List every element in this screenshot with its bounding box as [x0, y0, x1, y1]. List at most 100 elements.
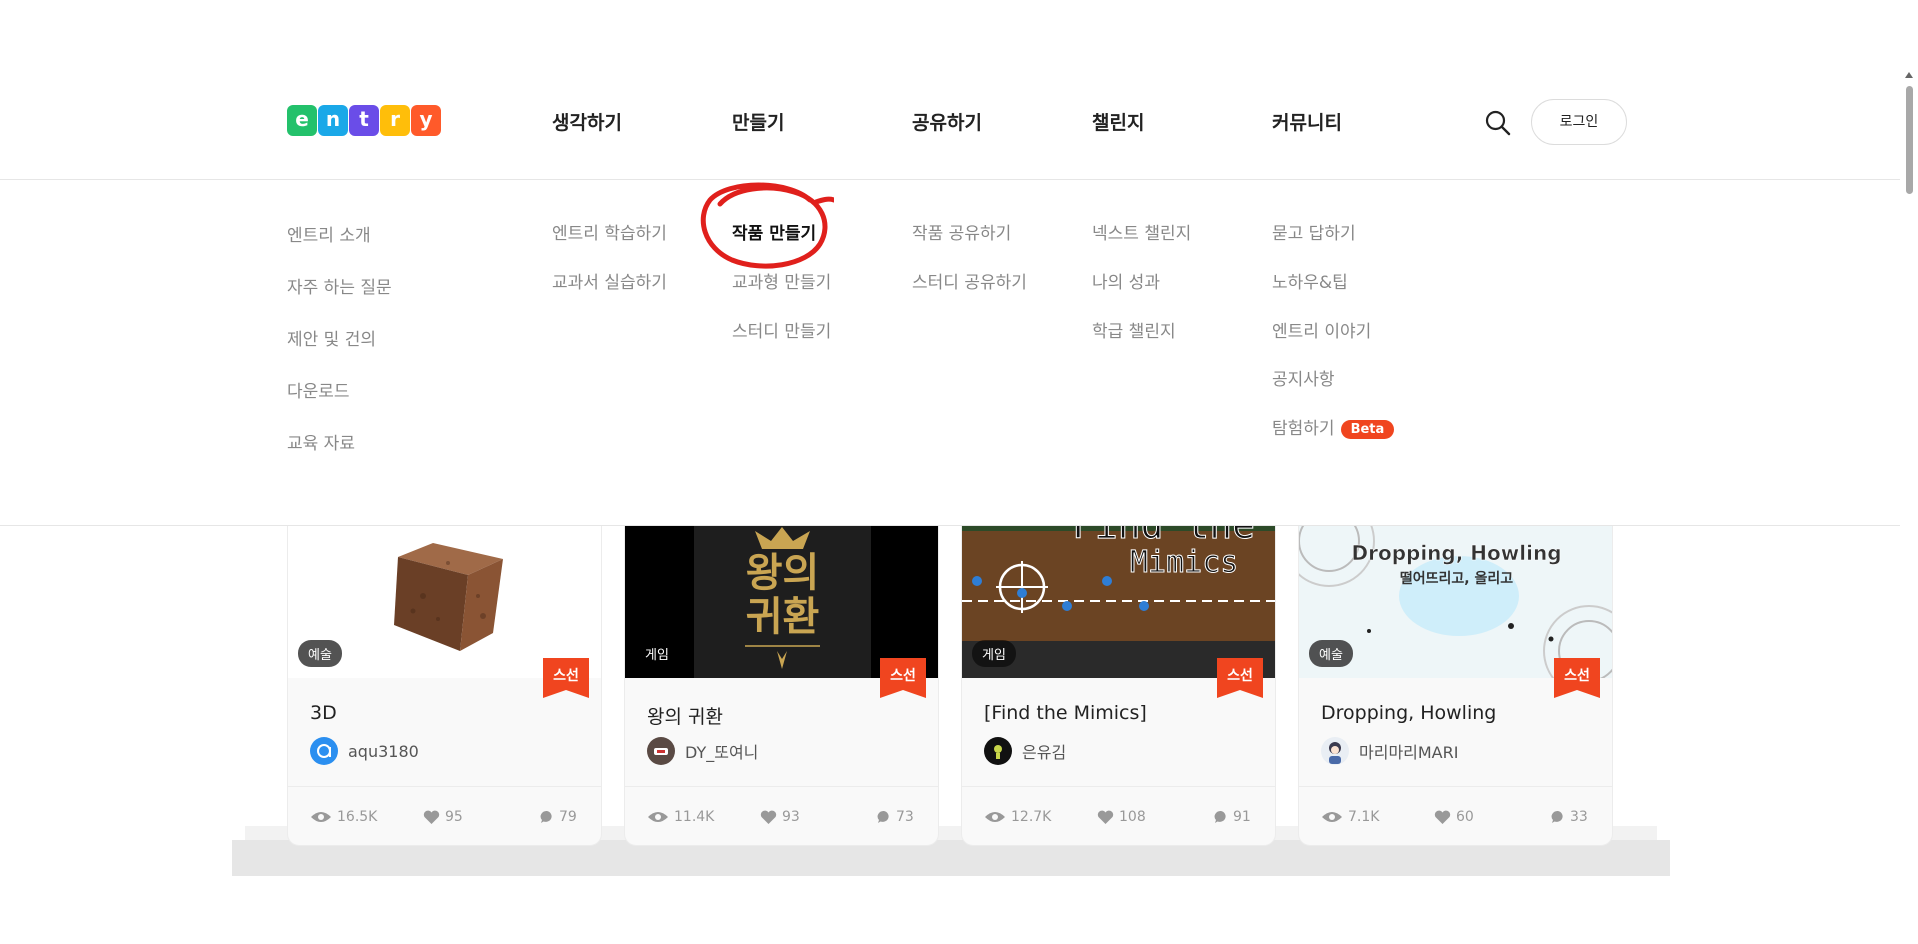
- menu-share-project[interactable]: 작품 공유하기: [912, 219, 1011, 244]
- scrollbar-thumb[interactable]: [1906, 86, 1913, 194]
- like-count: 60: [1434, 809, 1474, 825]
- category-badge: 예술: [1309, 640, 1353, 667]
- menu-explore[interactable]: 탐험하기 Beta: [1272, 414, 1395, 439]
- staff-pick-label: 스선: [553, 668, 579, 684]
- menu-class-challenge[interactable]: 학급 챌린지: [1092, 317, 1176, 342]
- thumbnail-text: 귀환: [745, 593, 820, 640]
- nav-share[interactable]: 공유하기: [912, 108, 982, 135]
- view-count: 16.5K: [310, 809, 377, 825]
- project-card[interactable]: 왕의 귀환 게임 스선 왕의 귀환 DY_또여니 11.4K 93 73: [624, 500, 939, 846]
- project-card[interactable]: 예술 스선 3D aqu3180 16.5K 95 79: [287, 500, 602, 846]
- scroll-up-arrow-icon[interactable]: [1905, 72, 1913, 78]
- project-card[interactable]: Dropping, Howling 떨어뜨리고, 올리고 예술 스선 Dropp…: [1298, 500, 1613, 846]
- nav-create[interactable]: 만들기: [732, 108, 784, 135]
- comment-count: 91: [1214, 809, 1251, 825]
- menu-download[interactable]: 다운로드: [287, 377, 350, 402]
- staff-pick-badge: 스선: [1554, 658, 1600, 698]
- project-author[interactable]: 은유김: [984, 737, 1066, 765]
- logo-letter: n: [318, 105, 348, 136]
- category-badge: 예술: [298, 640, 342, 667]
- project-thumbnail: Find the Mimics 게임: [962, 501, 1275, 678]
- menu-entry-intro[interactable]: 엔트리 소개: [287, 221, 371, 246]
- author-name: 은유김: [1022, 743, 1067, 762]
- comment-count: 33: [1551, 809, 1588, 825]
- comment-icon: [877, 810, 889, 823]
- card-stats: 16.5K 95 79: [288, 786, 601, 845]
- menu-knowhow-tips[interactable]: 노하우&팁: [1272, 268, 1348, 293]
- project-thumbnail: 왕의 귀환 게임: [625, 501, 938, 678]
- project-thumbnail: 예술: [288, 501, 601, 678]
- logo-letter: y: [411, 105, 441, 136]
- eye-icon: [985, 812, 1005, 822]
- author-name: 마리마리MARI: [1359, 743, 1459, 762]
- view-count: 12.7K: [984, 809, 1051, 825]
- project-author[interactable]: DY_또여니: [647, 737, 758, 765]
- nav-challenge[interactable]: 챌린지: [1092, 108, 1144, 135]
- project-author[interactable]: aqu3180: [310, 737, 419, 765]
- category-badge: 게임: [972, 640, 1016, 667]
- nav-think[interactable]: 생각하기: [552, 108, 622, 135]
- heart-icon: [760, 810, 777, 824]
- card-stats: 11.4K 93 73: [625, 786, 938, 845]
- project-title[interactable]: Dropping, Howling: [1321, 702, 1496, 724]
- menu-learn-entry[interactable]: 엔트리 학습하기: [552, 219, 667, 244]
- heart-icon: [1097, 810, 1114, 824]
- login-button[interactable]: 로그인: [1531, 99, 1627, 145]
- comment-icon: [540, 810, 552, 823]
- eye-icon: [1322, 812, 1342, 822]
- project-title[interactable]: [Find the Mimics]: [984, 702, 1147, 724]
- avatar: [984, 737, 1012, 765]
- logo-letter: r: [380, 105, 410, 136]
- thumbnail-text: 떨어뜨리고, 올리고: [1399, 571, 1514, 587]
- like-count: 108: [1097, 809, 1146, 825]
- eye-icon: [311, 812, 331, 822]
- menu-next-challenge[interactable]: 넥스트 챌린지: [1092, 219, 1191, 244]
- menu-qna[interactable]: 묻고 답하기: [1272, 219, 1356, 244]
- mega-menu: 엔트리 소개 자주 하는 질문 제안 및 건의 다운로드 교육 자료 엔트리 학…: [0, 181, 1900, 526]
- project-title[interactable]: 왕의 귀환: [647, 702, 723, 729]
- card-stats: 7.1K 60 33: [1299, 786, 1612, 845]
- staff-pick-badge: 스선: [543, 658, 589, 698]
- menu-share-study[interactable]: 스터디 공유하기: [912, 268, 1027, 293]
- menu-create-project[interactable]: 작품 만들기: [732, 219, 816, 244]
- category-badge: 게임: [645, 648, 669, 663]
- comment-icon: [1214, 810, 1226, 823]
- staff-pick-label: 스선: [890, 668, 916, 684]
- menu-explore-label: 탐험하기: [1272, 419, 1335, 439]
- menu-entry-stories[interactable]: 엔트리 이야기: [1272, 317, 1371, 342]
- beta-badge: Beta: [1340, 420, 1395, 439]
- menu-my-achievements[interactable]: 나의 성과: [1092, 268, 1160, 293]
- menu-textbook-practice[interactable]: 교과서 실습하기: [552, 268, 667, 293]
- author-name: aqu3180: [348, 741, 419, 761]
- like-count: 93: [760, 809, 800, 825]
- project-card[interactable]: Find the Mimics 게임 스선 [Find the Mimics] …: [961, 500, 1276, 846]
- menu-suggestions[interactable]: 제안 및 건의: [287, 325, 376, 350]
- author-name: DY_또여니: [685, 743, 759, 762]
- menu-create-textbook[interactable]: 교과형 만들기: [732, 268, 831, 293]
- project-title[interactable]: 3D: [310, 702, 337, 724]
- comment-icon: [1551, 810, 1563, 823]
- staff-pick-label: 스선: [1564, 668, 1590, 684]
- view-count: 11.4K: [647, 809, 714, 825]
- comment-count: 73: [877, 809, 914, 825]
- thumbnail-text: Mimics: [1129, 545, 1239, 581]
- menu-notices[interactable]: 공지사항: [1272, 365, 1335, 390]
- eye-icon: [648, 812, 668, 822]
- menu-create-study[interactable]: 스터디 만들기: [732, 317, 831, 342]
- comment-count: 79: [540, 809, 577, 825]
- thumbnail-text: 왕의: [745, 549, 820, 596]
- staff-pick-label: 스선: [1227, 668, 1253, 684]
- staff-pick-badge: 스선: [1217, 658, 1263, 698]
- menu-faq[interactable]: 자주 하는 질문: [287, 273, 392, 298]
- heart-icon: [1434, 810, 1451, 824]
- thumbnail-text: Dropping, Howling: [1351, 541, 1562, 566]
- search-icon[interactable]: [1483, 108, 1513, 138]
- entry-logo[interactable]: e n t r y: [287, 105, 441, 136]
- project-thumbnail: Dropping, Howling 떨어뜨리고, 올리고 예술: [1299, 501, 1612, 678]
- card-stats: 12.7K 108 91: [962, 786, 1275, 845]
- logo-letter: e: [287, 105, 317, 136]
- menu-edu-materials[interactable]: 교육 자료: [287, 429, 355, 454]
- avatar: [647, 737, 675, 765]
- project-author[interactable]: 마리마리MARI: [1321, 737, 1458, 765]
- nav-community[interactable]: 커뮤니티: [1272, 108, 1342, 135]
